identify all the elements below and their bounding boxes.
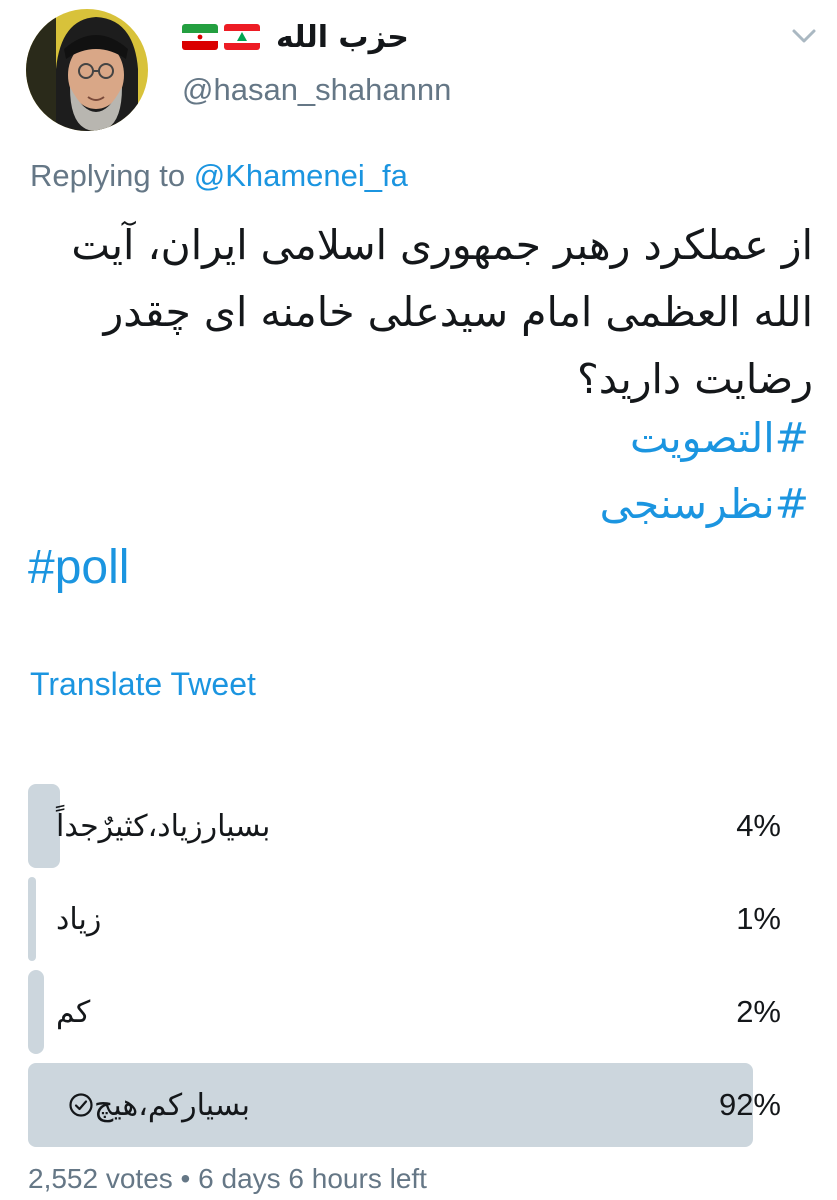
poll-option: زیاد 1% [28, 877, 783, 961]
checkmark-circle-icon [69, 1093, 93, 1117]
poll-option-percent: 1% [736, 901, 781, 936]
lebanon-flag-icon [224, 24, 260, 50]
poll-option: کم 2% [28, 970, 783, 1054]
poll: بسیارزیاد،كثيرٌجداً 4% زیاد 1% کم 2% بسی… [28, 784, 783, 1156]
poll-bar [28, 784, 60, 868]
poll-meta: 2,552 votes • 6 days 6 hours left [28, 1163, 427, 1195]
meta-separator: • [172, 1163, 199, 1194]
author-handle[interactable]: @hasan_shahannn [182, 72, 451, 108]
poll-bar [28, 970, 44, 1054]
hashtag-link[interactable]: #التصويت [630, 414, 809, 462]
chevron-down-icon[interactable] [789, 24, 819, 48]
reply-mention-link[interactable]: @Khamenei_fa [194, 158, 408, 193]
poll-option-percent: 4% [736, 808, 781, 843]
iran-flag-icon [182, 24, 218, 50]
poll-option-selected: بسیارکم،هیچ 92% [28, 1063, 783, 1147]
author-name-row[interactable]: حزب الله [182, 12, 409, 62]
poll-votes: 2,552 votes [28, 1163, 173, 1194]
poll-option-label: بسیارزیاد،كثيرٌجداً [56, 808, 271, 844]
hashtag-link[interactable]: #نظرسنجی [600, 480, 809, 528]
tweet-text: از عملکرد رهبر جمهوری اسلامی ایران، آیت … [71, 221, 813, 403]
poll-option-label: کم [56, 994, 91, 1030]
replying-to: Replying to @Khamenei_fa [30, 158, 408, 194]
author-display-name: حزب الله [276, 19, 409, 55]
poll-bar [28, 877, 36, 961]
poll-time-left: 6 days 6 hours left [198, 1163, 427, 1194]
poll-option-percent: 2% [736, 994, 781, 1029]
avatar[interactable] [26, 9, 148, 131]
replying-prefix: Replying to [30, 158, 194, 193]
poll-option-percent: 92% [718, 1087, 781, 1122]
poll-option-label: زیاد [56, 901, 102, 937]
hashtag-link[interactable]: #poll [28, 540, 129, 595]
poll-option: بسیارزیاد،كثيرٌجداً 4% [28, 784, 783, 868]
translate-tweet-link[interactable]: Translate Tweet [30, 666, 256, 703]
poll-option-label: بسیارکم،هیچ [56, 1063, 250, 1147]
